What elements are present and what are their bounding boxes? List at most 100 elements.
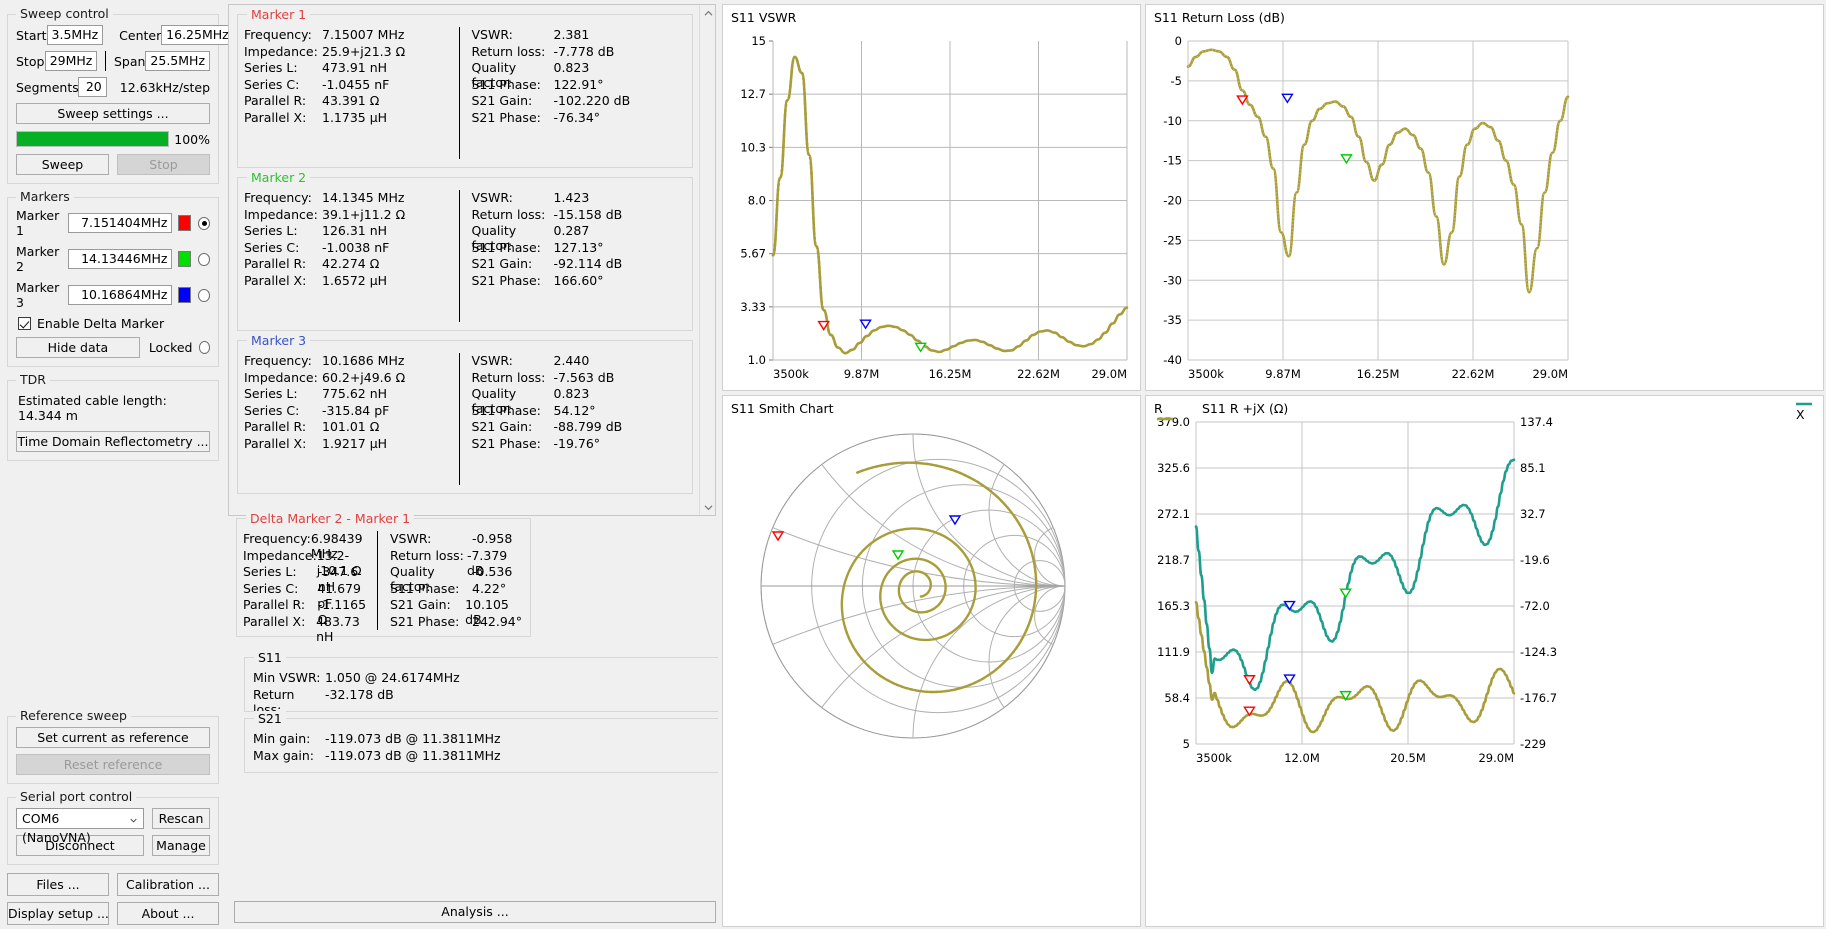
svg-text:3.33: 3.33	[740, 300, 766, 314]
svg-text:-15: -15	[1163, 154, 1182, 168]
data-row: Series L: 473.91 nH	[244, 60, 459, 77]
analysis-button[interactable]: Analysis ...	[234, 901, 716, 923]
value: 473.91 nH	[322, 60, 388, 75]
key: Quality factor:	[471, 386, 517, 416]
s11-stats-box: S11 Min VSWR: 1.050 @ 24.6174MHz Return l…	[244, 650, 724, 717]
marker-1-color-swatch[interactable]	[178, 215, 192, 231]
display-setup-button[interactable]: Display setup ...	[7, 902, 109, 925]
key: Series L:	[244, 386, 298, 401]
enable-delta-marker-label: Enable Delta Marker	[37, 316, 165, 331]
chart-s11-vswr[interactable]: S11 VSWR 15 12.7 10.3 8.0 5.67 3.33 1.0 3500k 9.…	[722, 4, 1141, 391]
svg-text:0: 0	[1175, 34, 1182, 48]
chart-s11-smith[interactable]: S11 Smith Chart	[722, 395, 1141, 927]
svg-text:58.4: 58.4	[1164, 691, 1190, 705]
marker-1-input[interactable]: 7.151404MHz	[67, 213, 173, 233]
chart-s11-return-loss[interactable]: S11 Return Loss (dB) 0 -5 -10 -15 -20 -25 -30 -…	[1145, 4, 1824, 391]
marker-row: Marker 3 10.16864MHz	[16, 280, 210, 310]
time-domain-reflectometry-button[interactable]: Time Domain Reflectometry ...	[16, 431, 210, 452]
files-button[interactable]: Files ...	[7, 873, 109, 896]
svg-text:10.3: 10.3	[740, 140, 766, 154]
serial-port-select[interactable]: COM6 (NanoVNA)	[16, 808, 144, 845]
data-row: Frequency: 6.98439 MHz	[243, 531, 377, 561]
marker-scroll-area[interactable]: Marker 1 Frequency: 7.15007 MHz Impedance…	[228, 4, 716, 516]
marker-3-input[interactable]: 10.16864MHz	[67, 285, 173, 305]
marker-2-radio[interactable]	[198, 252, 210, 266]
display-about-row: Display setup ... About ...	[7, 902, 219, 925]
value: 7.15007 MHz	[322, 27, 405, 42]
value: -0.958	[472, 531, 513, 546]
center-input[interactable]: 16.25MHz	[161, 25, 230, 45]
data-row: Quality factor: 0.823	[471, 60, 687, 90]
value: 1.050 @ 24.6174MHz	[325, 670, 460, 685]
value: -7.379 dB	[466, 547, 508, 578]
delta-marker-title: Delta Marker 2 - Marker 1	[246, 511, 415, 526]
about-button[interactable]: About ...	[117, 902, 219, 925]
hide-data-button[interactable]: Hide data	[16, 337, 140, 358]
value: 101.01 Ω	[322, 419, 380, 434]
sweep-actions-row: Sweep Stop	[16, 154, 210, 175]
scroll-up-arrow-icon[interactable]	[700, 5, 715, 21]
marker-2-color-swatch[interactable]	[178, 251, 192, 267]
scroll-down-arrow-icon[interactable]	[700, 499, 715, 515]
key: Frequency:	[244, 27, 312, 42]
span-input[interactable]: 25.5MHz	[145, 51, 210, 71]
svg-text:22.62M: 22.62M	[1017, 367, 1060, 381]
stop-sweep-button[interactable]: Stop	[117, 154, 210, 175]
marker-3-radio[interactable]	[198, 288, 210, 302]
key: Quality factor:	[471, 60, 517, 90]
marker-1-title: Marker 1	[247, 7, 311, 22]
vswr-plot: 15 12.7 10.3 8.0 5.67 3.33 1.0 3500k 9.87M 16.25M…	[740, 34, 1129, 381]
key: S11 Phase:	[471, 402, 541, 418]
sweep-settings-button[interactable]: Sweep settings ...	[16, 103, 210, 124]
marker-2-input[interactable]: 14.13446MHz	[67, 249, 173, 269]
chart-title-rjx: S11 R +jX (Ω)	[1202, 401, 1289, 416]
svg-text:272.1: 272.1	[1157, 507, 1190, 521]
data-row: Parallel R: 43.391 Ω	[244, 93, 459, 110]
chart-s11-rjx[interactable]: R S11 R +jX (Ω) X 379.0 137.4 325.6 85.1 272…	[1145, 395, 1824, 927]
locked-radio[interactable]	[198, 341, 210, 354]
data-row: S21 Gain: -92.114 dB	[472, 256, 687, 273]
svg-text:-19.6: -19.6	[1520, 553, 1550, 567]
data-row: Series C: -1.0455 nF	[244, 77, 459, 94]
key: Max gain:	[253, 748, 315, 763]
data-row: Series C: -1.0038 nF	[244, 240, 459, 257]
data-row: Series C: 41.679 pF	[243, 581, 377, 611]
key: Impedance:	[244, 43, 318, 59]
sweep-progress-bar	[16, 131, 170, 147]
center-label: Center	[119, 27, 162, 43]
data-row: Parallel R: 42.274 Ω	[244, 256, 459, 273]
key: Parallel X:	[244, 109, 307, 125]
calibration-button[interactable]: Calibration ...	[117, 873, 219, 896]
key: Min VSWR:	[253, 670, 321, 685]
sweep-button[interactable]: Sweep	[16, 154, 109, 175]
stop-input[interactable]: 29MHz	[44, 51, 98, 71]
data-row: VSWR: 1.423	[472, 190, 687, 207]
enable-delta-marker-checkbox[interactable]: Enable Delta Marker	[18, 316, 210, 331]
value: 43.391 Ω	[322, 93, 380, 108]
start-input[interactable]: 3.5MHz	[46, 25, 104, 45]
start-label: Start	[16, 27, 47, 43]
key: S21 Gain:	[471, 256, 533, 271]
data-row: Series L: -347.6 nH	[243, 564, 377, 594]
segments-input[interactable]: 20	[78, 77, 107, 97]
value: 122.91°	[553, 76, 604, 92]
data-row: Parallel R: 101.01 Ω	[244, 419, 459, 436]
value: -88.799 dB	[553, 419, 623, 434]
value: 10.105 dB	[465, 597, 509, 627]
returnloss-plot: 0 -5 -10 -15 -20 -25 -30 -35 -40 3500k 9.87M 16.25M…	[1163, 34, 1570, 381]
set-current-as-reference-button[interactable]: Set current as reference	[16, 727, 210, 748]
marker-2-left-column: Frequency: 14.1345 MHz Impedance: 39.1+j11…	[244, 190, 459, 322]
rescan-button[interactable]: Rescan	[152, 808, 210, 829]
key: Parallel X:	[243, 613, 306, 629]
marker-3-color-swatch[interactable]	[178, 287, 192, 303]
marker-panel-scrollbar[interactable]	[699, 5, 715, 515]
svg-text:-20: -20	[1163, 194, 1182, 208]
manage-button[interactable]: Manage	[152, 835, 210, 856]
data-row: Max gain: -119.073 dB @ 11.3811MHz	[253, 748, 717, 765]
s21-stats-box: S21 Min gain: -119.073 dB @ 11.3811MHz Ma…	[244, 711, 724, 773]
key: Parallel X:	[244, 435, 307, 451]
reference-sweep-legend: Reference sweep	[16, 709, 131, 723]
reset-reference-button[interactable]: Reset reference	[16, 754, 210, 775]
marker-1-radio[interactable]	[198, 216, 210, 230]
value: 127.13°	[553, 239, 604, 255]
